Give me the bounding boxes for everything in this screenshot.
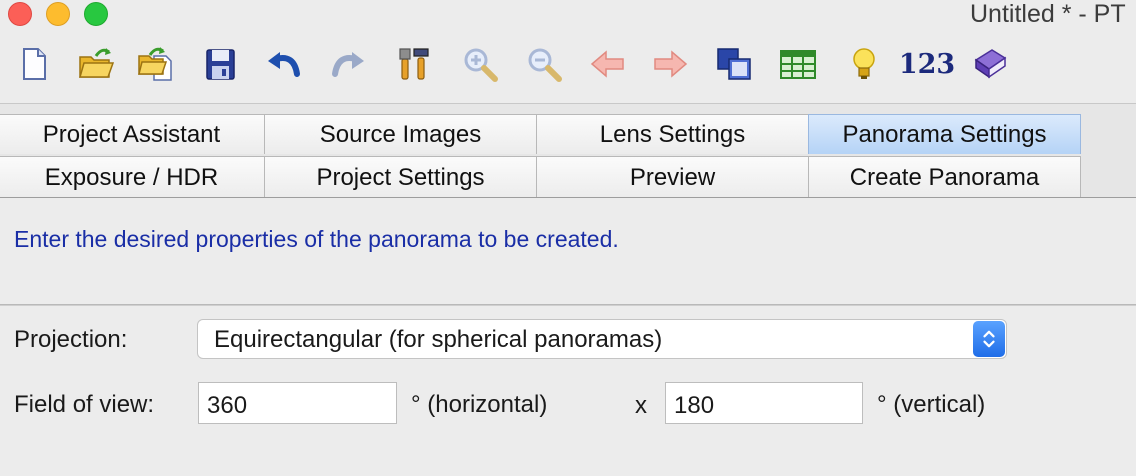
numbers-icon: 123	[898, 48, 956, 80]
minimize-window-button[interactable]	[46, 2, 70, 26]
section-divider	[0, 304, 1136, 306]
right-arrow-icon	[654, 50, 688, 78]
window-title: Untitled * - PT	[970, 0, 1126, 28]
projection-select[interactable]: Equirectangular (for spherical panoramas…	[197, 319, 1007, 359]
redo-button[interactable]	[326, 42, 370, 86]
vertical-fov-input[interactable]: 180	[665, 382, 863, 424]
tab-project-settings[interactable]: Project Settings	[264, 156, 537, 198]
previous-button[interactable]	[586, 42, 630, 86]
undo-button[interactable]	[262, 42, 306, 86]
tab-source-images[interactable]: Source Images	[264, 114, 537, 154]
tab-preview[interactable]: Preview	[536, 156, 809, 198]
spreadsheet-icon	[780, 50, 816, 79]
floppy-disk-icon	[206, 49, 235, 80]
vertical-unit-label: ° (vertical)	[877, 391, 986, 418]
tools-button[interactable]	[392, 42, 436, 86]
undo-arrow-icon	[268, 52, 300, 77]
zoom-out-icon	[528, 48, 562, 82]
lightbulb-icon	[853, 48, 875, 79]
projection-selected-value: Equirectangular (for spherical panoramas…	[214, 326, 663, 353]
chevron-up-down-icon	[983, 330, 995, 348]
save-project-button[interactable]	[198, 42, 242, 86]
open-folder-icon	[79, 48, 115, 78]
select-stepper[interactable]	[973, 321, 1005, 357]
tab-strip: Project Assistant Source Images Lens Set…	[0, 103, 1136, 199]
overlapping-windows-icon	[717, 48, 751, 80]
redo-arrow-icon	[332, 52, 364, 77]
horizontal-unit-label: ° (horizontal)	[411, 391, 548, 418]
title-bar: Untitled * - PT	[0, 0, 1136, 30]
tab-panorama-settings[interactable]: Panorama Settings	[808, 114, 1081, 154]
left-arrow-icon	[590, 50, 624, 78]
tab-project-assistant[interactable]: Project Assistant	[0, 114, 265, 154]
tools-icon	[399, 48, 429, 80]
new-document-icon	[23, 48, 46, 80]
new-project-button[interactable]	[12, 42, 56, 86]
numbers-button[interactable]: 123	[898, 42, 956, 86]
images-list-button[interactable]	[712, 42, 756, 86]
tab-create-panorama[interactable]: Create Panorama	[808, 156, 1081, 198]
open-recent-icon	[138, 47, 172, 81]
fov-separator: x	[635, 392, 647, 419]
panel-description: Enter the desired properties of the pano…	[14, 226, 619, 252]
help-button[interactable]	[968, 42, 1012, 86]
tab-exposure-hdr[interactable]: Exposure / HDR	[0, 156, 265, 198]
zoom-in-button[interactable]	[458, 42, 502, 86]
toolbar: 123	[0, 36, 1136, 92]
tips-button[interactable]	[842, 42, 886, 86]
open-recent-button[interactable]	[134, 42, 178, 86]
help-book-icon	[974, 49, 1007, 79]
tab-lens-settings[interactable]: Lens Settings	[536, 114, 809, 154]
next-button[interactable]	[648, 42, 692, 86]
zoom-in-icon	[464, 48, 498, 82]
zoom-out-button[interactable]	[522, 42, 566, 86]
panorama-settings-panel: Enter the desired properties of the pano…	[0, 197, 1136, 476]
field-of-view-label: Field of view:	[14, 391, 155, 418]
zoom-window-button[interactable]	[84, 2, 108, 26]
close-window-button[interactable]	[8, 2, 32, 26]
projection-label: Projection:	[14, 326, 128, 353]
open-project-button[interactable]	[74, 42, 118, 86]
horizontal-fov-input[interactable]: 360	[198, 382, 397, 424]
table-button[interactable]	[776, 42, 820, 86]
